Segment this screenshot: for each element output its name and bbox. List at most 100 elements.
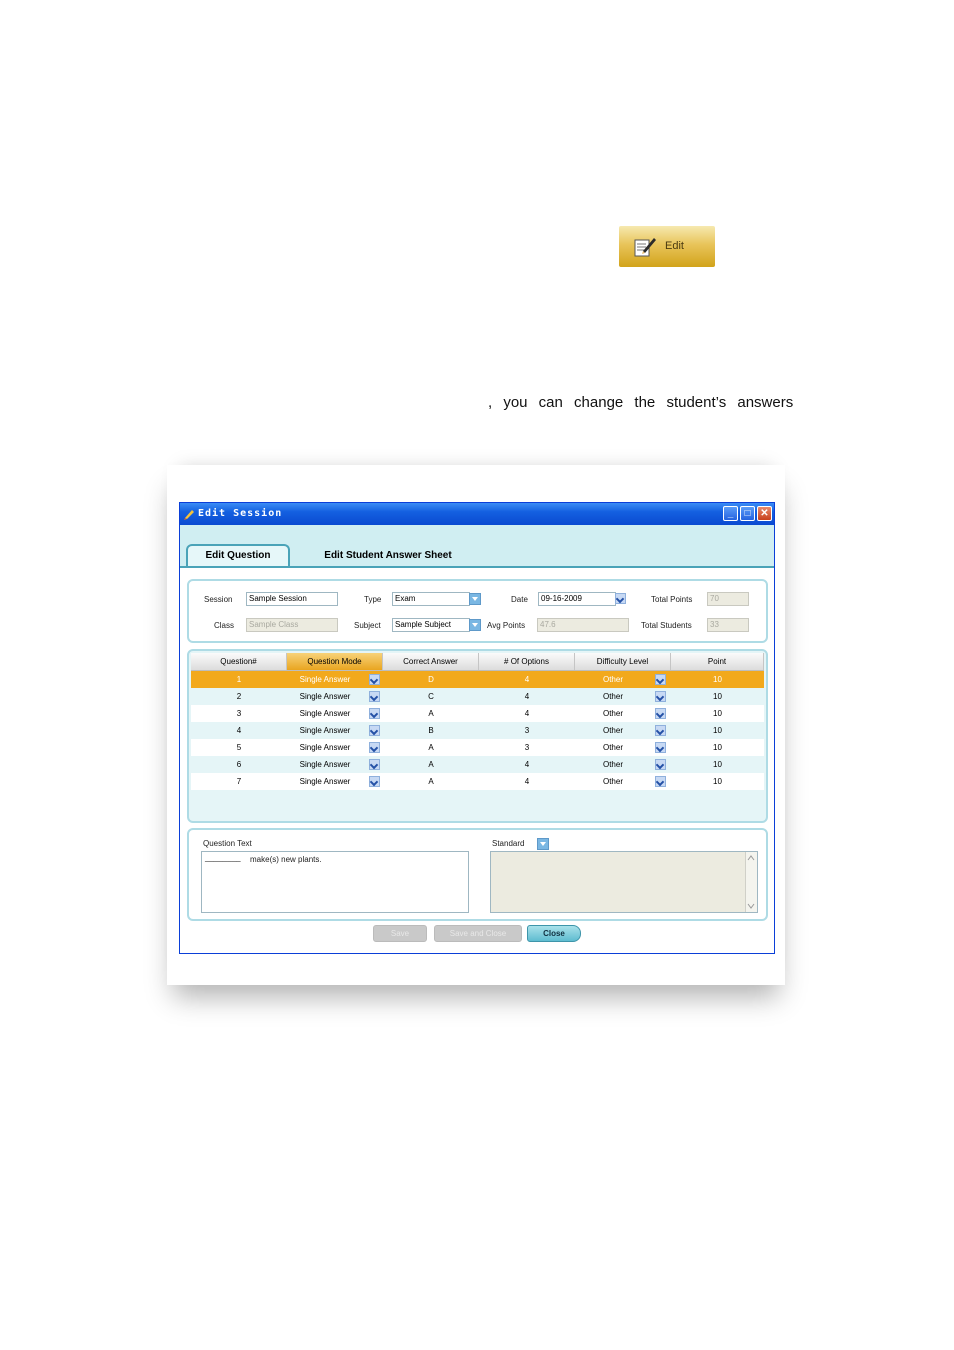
cell-point: 10	[713, 726, 722, 735]
cell-point: 10	[713, 777, 722, 786]
cell-difficulty-level: Other	[602, 692, 623, 701]
question-text-value: make(s) new plants.	[250, 855, 322, 864]
col-correct-answer[interactable]: Correct Answer	[383, 653, 479, 670]
minimize-icon: _	[727, 508, 734, 519]
standard-dropdown-icon[interactable]	[537, 838, 549, 850]
cell-num-options: 4	[524, 777, 530, 786]
title-bar[interactable]: Edit Session _ □ ✕	[180, 503, 774, 525]
standard-scrollbar[interactable]	[745, 852, 757, 912]
date-dropdown-icon[interactable]	[615, 593, 626, 604]
question-mode-dropdown-icon[interactable]	[369, 742, 380, 753]
session-info-panel: Session Sample Session Type Exam Date 09…	[187, 579, 768, 643]
question-mode-dropdown-icon[interactable]	[369, 708, 380, 719]
cell-correct-answer: D	[428, 675, 434, 684]
cell-question-mode: Single Answer	[299, 743, 351, 752]
question-mode-dropdown-icon[interactable]	[369, 674, 380, 685]
app-icon	[184, 510, 194, 520]
table-row[interactable]: 1 Single Answer D 4 Other 10	[191, 671, 764, 688]
question-table-panel: Question# Question Mode Correct Answer #…	[187, 649, 768, 823]
minimize-button[interactable]: _	[723, 506, 738, 521]
cell-correct-answer: B	[428, 726, 434, 735]
date-label: Date	[511, 595, 528, 604]
difficulty-dropdown-icon[interactable]	[655, 776, 666, 787]
cell-correct-answer: A	[428, 743, 434, 752]
subject-label: Subject	[354, 621, 381, 630]
cell-correct-answer: A	[428, 760, 434, 769]
session-field[interactable]: Sample Session	[246, 592, 338, 606]
window-body: Edit Question Edit Student Answer Sheet …	[180, 525, 774, 953]
cell-question-mode: Single Answer	[299, 760, 351, 769]
cell-question-mode: Single Answer	[299, 692, 351, 701]
cell-question-mode: Single Answer	[299, 675, 351, 684]
table-row[interactable]: 2 Single Answer C 4 Other 10	[191, 688, 764, 705]
question-text-area[interactable]: ________ make(s) new plants.	[201, 851, 469, 913]
col-point[interactable]: Point	[671, 653, 764, 670]
subject-select[interactable]: Sample Subject	[392, 618, 470, 632]
cell-question-number: 3	[236, 709, 242, 718]
cell-num-options: 3	[524, 743, 530, 752]
col-num-options[interactable]: # Of Options	[479, 653, 575, 670]
date-field[interactable]: 09-16-2009	[538, 592, 616, 606]
subject-dropdown-icon[interactable]	[469, 619, 481, 631]
cell-point: 10	[713, 743, 722, 752]
tab-content: Session Sample Session Type Exam Date 09…	[180, 566, 774, 953]
maximize-button[interactable]: □	[740, 506, 755, 521]
type-dropdown-icon[interactable]	[469, 593, 481, 605]
table-row[interactable]: 7 Single Answer A 4 Other 10	[191, 773, 764, 790]
cell-question-mode: Single Answer	[299, 726, 351, 735]
cell-difficulty-level: Other	[602, 743, 623, 752]
difficulty-dropdown-icon[interactable]	[655, 708, 666, 719]
tab-edit-question[interactable]: Edit Question	[186, 544, 290, 566]
table-row[interactable]: 5 Single Answer A 3 Other 10	[191, 739, 764, 756]
table-row[interactable]: 4 Single Answer B 3 Other 10	[191, 722, 764, 739]
save-and-close-button[interactable]: Save and Close	[434, 925, 522, 942]
total-points-field: 70	[707, 592, 749, 606]
col-difficulty-level[interactable]: Difficulty Level	[575, 653, 671, 670]
difficulty-dropdown-icon[interactable]	[655, 742, 666, 753]
question-mode-dropdown-icon[interactable]	[369, 776, 380, 787]
cell-difficulty-level: Other	[602, 675, 623, 684]
cell-num-options: 4	[524, 709, 530, 718]
avg-points-label: Avg Points	[487, 621, 526, 630]
cell-num-options: 4	[524, 692, 530, 701]
cell-question-number: 5	[236, 743, 242, 752]
class-label: Class	[214, 621, 235, 630]
edit-session-window: Edit Session _ □ ✕ Edit Question Edit St…	[179, 502, 775, 954]
edit-pencil-icon	[634, 238, 656, 257]
table-row[interactable]: 6 Single Answer A 4 Other 10	[191, 756, 764, 773]
table-header: Question# Question Mode Correct Answer #…	[191, 653, 764, 671]
total-points-label: Total Points	[651, 595, 693, 604]
cell-point: 10	[713, 709, 722, 718]
standard-area[interactable]	[490, 851, 758, 913]
save-button[interactable]: Save	[373, 925, 427, 942]
type-select[interactable]: Exam	[392, 592, 470, 606]
difficulty-dropdown-icon[interactable]	[655, 759, 666, 770]
cell-num-options: 4	[524, 760, 530, 769]
type-label: Type	[364, 595, 382, 604]
question-detail-panel: Question Text ________ make(s) new plant…	[187, 828, 768, 921]
session-label: Session	[204, 595, 233, 604]
difficulty-dropdown-icon[interactable]	[655, 725, 666, 736]
scroll-down-icon[interactable]	[746, 901, 756, 911]
tab-strip: Edit Question Edit Student Answer Sheet	[180, 525, 774, 566]
col-question-mode[interactable]: Question Mode	[287, 653, 383, 670]
close-button[interactable]: Close	[527, 925, 581, 942]
cell-correct-answer: A	[428, 709, 434, 718]
question-mode-dropdown-icon[interactable]	[369, 725, 380, 736]
col-question-number[interactable]: Question#	[191, 653, 287, 670]
cell-difficulty-level: Other	[602, 760, 623, 769]
question-mode-dropdown-icon[interactable]	[369, 759, 380, 770]
cell-point: 10	[713, 760, 722, 769]
tab-edit-student-answer-sheet[interactable]: Edit Student Answer Sheet	[308, 547, 468, 565]
difficulty-dropdown-icon[interactable]	[655, 691, 666, 702]
edit-button[interactable]: Edit	[619, 226, 715, 267]
table-row[interactable]: 3 Single Answer A 4 Other 10	[191, 705, 764, 722]
close-window-button[interactable]: ✕	[757, 506, 772, 521]
cell-num-options: 3	[524, 726, 530, 735]
total-students-label: Total Students	[641, 621, 692, 630]
scroll-up-icon[interactable]	[746, 853, 756, 863]
total-students-field: 33	[707, 618, 749, 632]
question-mode-dropdown-icon[interactable]	[369, 691, 380, 702]
question-text-label: Question Text	[203, 839, 252, 848]
difficulty-dropdown-icon[interactable]	[655, 674, 666, 685]
